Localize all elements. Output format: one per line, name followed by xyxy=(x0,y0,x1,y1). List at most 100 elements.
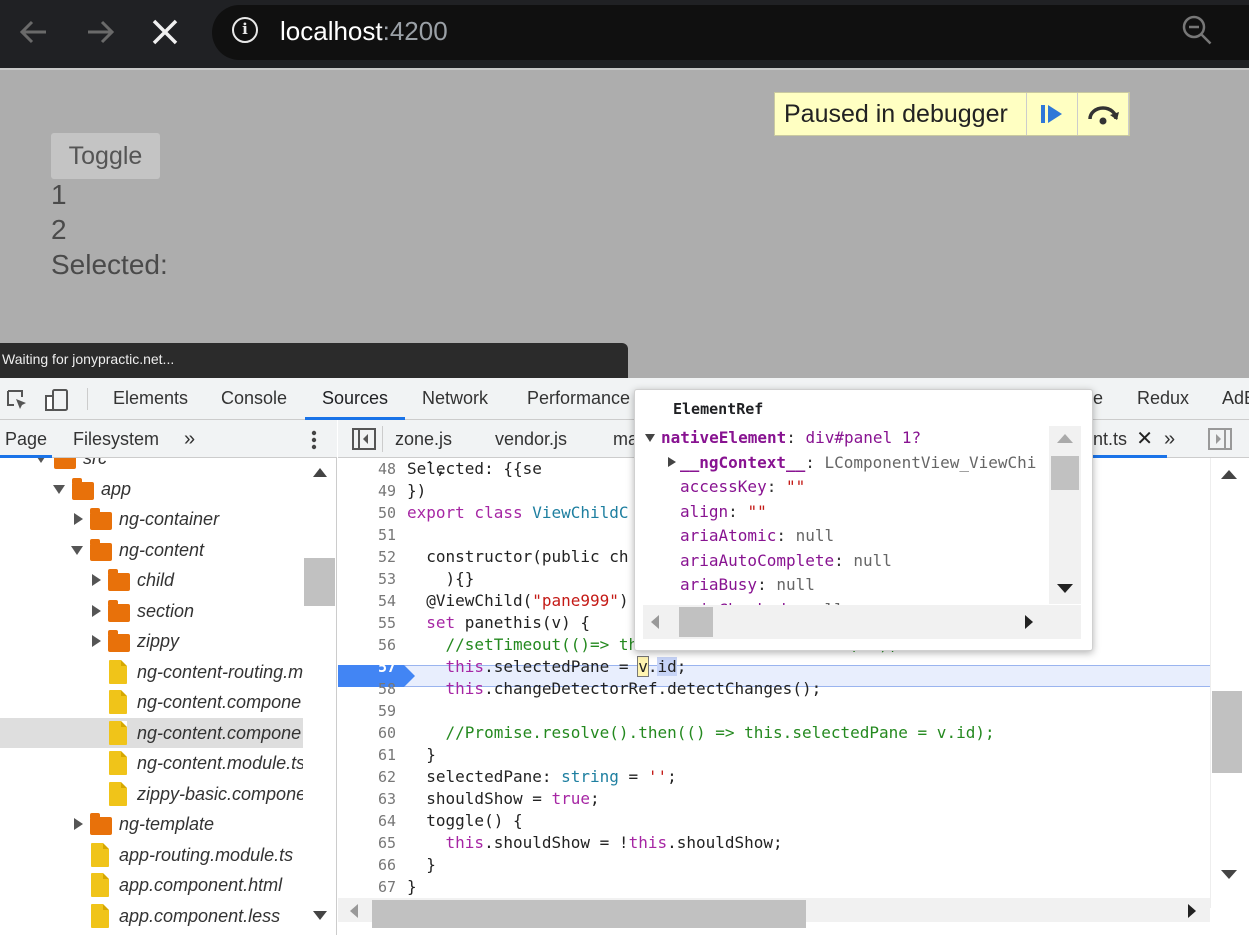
tab-performance[interactable]: Performance xyxy=(527,378,630,420)
tree-file[interactable]: ng-content.module.ts xyxy=(0,748,305,778)
file-tab-vendor-js[interactable]: vendor.js xyxy=(495,420,567,458)
tab-page[interactable]: Page xyxy=(0,420,53,458)
tree-folder[interactable]: zippy xyxy=(0,626,303,656)
collapse-arrow-icon[interactable] xyxy=(71,546,83,555)
scroll-left-arrow-icon[interactable] xyxy=(350,904,358,918)
tree-file[interactable]: app.component.less xyxy=(0,901,303,931)
line-number[interactable]: 51 xyxy=(338,524,396,546)
tab-console[interactable]: Console xyxy=(221,378,287,420)
line-number[interactable]: 57 xyxy=(338,656,396,678)
zoom-icon[interactable] xyxy=(1180,13,1214,47)
expand-arrow-icon[interactable] xyxy=(74,818,83,830)
tree-folder[interactable]: ng-container xyxy=(0,504,303,534)
tab-adblock-partial[interactable]: AdB xyxy=(1222,378,1249,420)
line-number[interactable]: 52 xyxy=(338,546,396,568)
line-number[interactable]: 54 xyxy=(338,590,396,612)
more-options-icon[interactable] xyxy=(311,430,317,454)
tree-file[interactable]: ng-content.compone xyxy=(0,718,303,748)
file-tab-active[interactable]: nt.ts ✕ xyxy=(1093,420,1168,458)
popover-vertical-thumb[interactable] xyxy=(1051,456,1079,490)
tree-file[interactable]: app.component.html xyxy=(0,870,303,900)
property-row[interactable]: __ngContext__: LComponentView_ViewChi xyxy=(668,451,1036,475)
toggle-navigator-icon[interactable] xyxy=(352,428,376,454)
editor-vertical-scrollbar[interactable] xyxy=(1210,458,1249,908)
tree-file[interactable]: app-routing.module.ts xyxy=(0,840,303,870)
line-number[interactable]: 67 xyxy=(338,876,396,898)
line-number[interactable]: 48 xyxy=(338,458,396,480)
line-number[interactable]: 56 xyxy=(338,634,396,656)
toggle-button[interactable]: Toggle xyxy=(51,133,160,179)
popover-vertical-scrollbar[interactable] xyxy=(1049,426,1081,604)
editor-vertical-thumb[interactable] xyxy=(1212,691,1242,773)
tab-elements[interactable]: Elements xyxy=(113,378,188,420)
expand-arrow-icon[interactable] xyxy=(92,635,101,647)
property-row[interactable]: ariaAutoComplete: null xyxy=(680,549,892,573)
editor-horizontal-thumb[interactable] xyxy=(372,900,806,928)
expand-arrow-icon[interactable] xyxy=(668,457,676,467)
popover-horizontal-thumb[interactable] xyxy=(679,607,713,637)
file-tab-zone-js[interactable]: zone.js xyxy=(395,420,452,458)
tree-file[interactable]: ng-content-routing.m xyxy=(0,657,303,687)
inspect-element-icon[interactable] xyxy=(5,388,29,416)
scroll-up-arrow-icon[interactable] xyxy=(313,468,327,477)
more-tabs-icon[interactable]: » xyxy=(184,420,195,458)
tree-folder[interactable]: src xyxy=(0,458,303,473)
tree-folder[interactable]: ng-template xyxy=(0,809,303,839)
line-number[interactable]: 64 xyxy=(338,810,396,832)
tree-folder[interactable]: app xyxy=(0,474,303,504)
property-row[interactable]: align: "" xyxy=(680,500,767,524)
collapse-arrow-icon[interactable] xyxy=(53,485,65,494)
close-tab-icon[interactable]: ✕ xyxy=(1136,420,1153,458)
collapse-arrow-icon[interactable] xyxy=(35,458,47,463)
tab-memory-partial[interactable]: e xyxy=(1093,378,1103,420)
line-number[interactable]: 50 xyxy=(338,502,396,524)
property-row[interactable]: ariaAtomic: null xyxy=(680,524,834,548)
forward-arrow-icon[interactable] xyxy=(82,14,118,50)
device-toggle-icon[interactable] xyxy=(44,387,70,417)
line-number[interactable]: 55 xyxy=(338,612,396,634)
scroll-down-arrow-icon[interactable] xyxy=(1057,584,1073,593)
scroll-right-arrow-icon[interactable] xyxy=(1025,615,1033,629)
tree-folder[interactable]: ng-content xyxy=(0,535,303,565)
line-number[interactable]: 61 xyxy=(338,744,396,766)
toggle-debugger-icon[interactable] xyxy=(1208,428,1232,454)
line-number[interactable]: 65 xyxy=(338,832,396,854)
tab-filesystem[interactable]: Filesystem xyxy=(73,420,159,458)
step-over-icon[interactable] xyxy=(1078,93,1129,135)
line-number[interactable]: 58 xyxy=(338,678,396,700)
line-number[interactable]: 66 xyxy=(338,854,396,876)
navigator-scroll-thumb[interactable] xyxy=(304,558,335,606)
property-row[interactable]: accessKey: "" xyxy=(680,475,805,499)
scroll-left-arrow-icon[interactable] xyxy=(651,615,659,629)
scroll-right-arrow-icon[interactable] xyxy=(1188,904,1196,918)
scroll-up-arrow-icon[interactable] xyxy=(1057,434,1073,443)
line-number[interactable]: 63 xyxy=(338,788,396,810)
tab-network[interactable]: Network xyxy=(422,378,488,420)
tree-file[interactable]: ng-content.compone xyxy=(0,687,303,717)
tree-folder[interactable]: section xyxy=(0,596,303,626)
stop-loading-icon[interactable] xyxy=(147,14,183,50)
line-number[interactable]: 49 xyxy=(338,480,396,502)
expand-arrow-icon[interactable] xyxy=(92,574,101,586)
line-number[interactable]: 62 xyxy=(338,766,396,788)
more-file-tabs-icon[interactable]: » xyxy=(1164,420,1175,458)
tab-redux[interactable]: Redux xyxy=(1137,378,1189,420)
line-number[interactable]: 59 xyxy=(338,700,396,722)
tree-folder[interactable]: child xyxy=(0,565,303,595)
line-number[interactable]: 60 xyxy=(338,722,396,744)
property-row[interactable]: nativeElement: div#panel 1? xyxy=(645,426,921,450)
resume-icon[interactable] xyxy=(1027,93,1078,135)
navigator-scrollbar[interactable] xyxy=(303,458,336,935)
scroll-down-arrow-icon[interactable] xyxy=(313,911,327,920)
expand-arrow-icon[interactable] xyxy=(74,513,83,525)
collapse-arrow-icon[interactable] xyxy=(645,434,655,442)
url-text[interactable]: localhost:4200 xyxy=(280,13,448,49)
line-number[interactable]: 53 xyxy=(338,568,396,590)
tab-sources[interactable]: Sources xyxy=(305,378,406,420)
back-arrow-icon[interactable] xyxy=(16,14,52,50)
site-info-icon[interactable]: i xyxy=(232,17,258,43)
expand-arrow-icon[interactable] xyxy=(92,605,101,617)
scroll-down-arrow-icon[interactable] xyxy=(1221,870,1237,879)
scroll-up-arrow-icon[interactable] xyxy=(1221,470,1237,479)
tree-file[interactable]: zippy-basic.compone xyxy=(0,779,306,809)
